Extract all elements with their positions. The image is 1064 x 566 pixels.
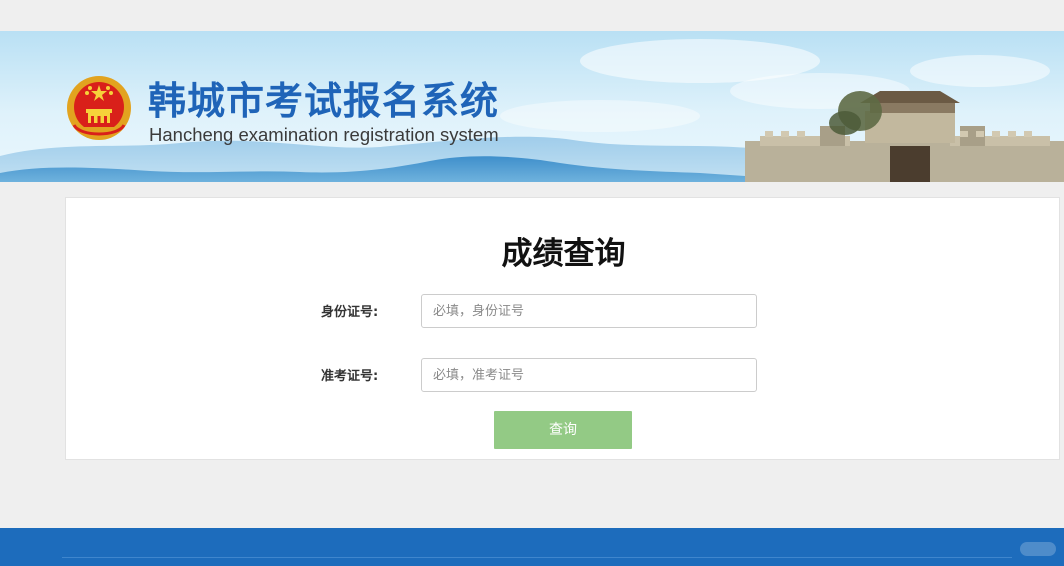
id-number-input[interactable] [421, 294, 757, 328]
site-title-en: Hancheng examination registration system [149, 124, 499, 145]
header-banner: 韩城市考试报名系统 Hancheng examination registrat… [0, 31, 1064, 182]
site-title-cn: 韩城市考试报名系统 [148, 79, 500, 123]
scroll-widget[interactable] [1020, 542, 1056, 556]
national-emblem-icon [67, 76, 131, 140]
exam-number-label: 准考证号: [321, 369, 379, 384]
id-number-label: 身份证号: [321, 305, 379, 320]
footer-divider [62, 557, 1012, 558]
query-button[interactable]: 查询 [494, 411, 632, 449]
top-strip [0, 0, 1064, 31]
page-title: 成绩查询 [501, 236, 626, 272]
score-query-card: 成绩查询 身份证号: 准考证号: 查询 [65, 197, 1060, 460]
exam-number-input[interactable] [421, 358, 757, 392]
footer [0, 528, 1064, 566]
